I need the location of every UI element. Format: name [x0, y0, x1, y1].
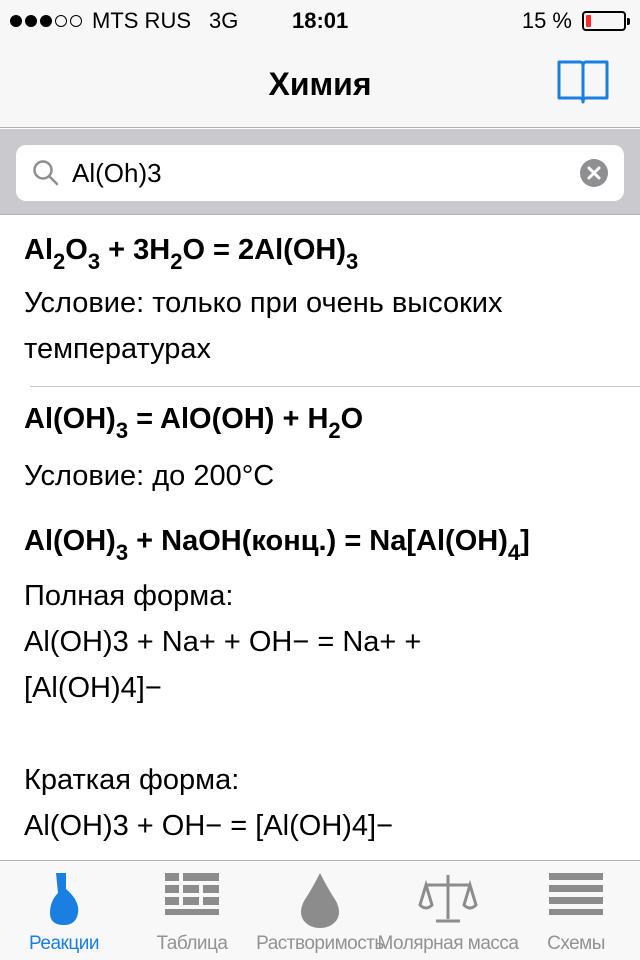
equation-subscript: 2 [328, 418, 341, 443]
equation-text: O = 2Al(OH) [182, 234, 346, 266]
equation-subscript: 3 [346, 249, 359, 274]
list-icon [549, 873, 603, 915]
equation-subscript: 3 [115, 540, 129, 565]
table-icon [165, 873, 219, 915]
search-input[interactable] [72, 145, 572, 201]
status-time: 18:01 [292, 8, 349, 33]
tab-bar: Реакции Таблица Растворимость Молярная м… [0, 860, 640, 960]
reaction-condition: Условие: только при очень высоких темпер… [24, 287, 503, 365]
equation-subscript: 3 [115, 418, 129, 443]
equation-text: ] [520, 525, 530, 557]
signal-dot [25, 15, 37, 27]
drop-flask-icon [50, 873, 79, 925]
reaction-equation: Al2O3 + 3H2O = 2Al(OH)3 [24, 230, 616, 273]
tab-reactions[interactable]: Реакции [8, 861, 120, 960]
reaction-item[interactable]: Al2O3 + 3H2O = 2Al(OH)3 Условие: только … [0, 216, 640, 386]
equation-subscript: 2 [53, 249, 66, 274]
status-bar: MTS RUS 3G 18:01 15 % [0, 0, 640, 40]
battery-icon [582, 11, 630, 31]
reaction-equation: Al(OH)3 + NaOH(конц.) = Na[Al(OH)4] [24, 521, 616, 564]
equation-text: + NaOH(конц.) = Na[Al(OH) [128, 525, 508, 557]
equation-text: = AlO(OH) + H [128, 403, 329, 435]
book-icon[interactable] [556, 58, 610, 108]
tab-label: Схемы [547, 933, 605, 954]
network-type: 3G [209, 8, 239, 33]
carrier-name: MTS RUS [92, 8, 191, 33]
status-right: 15 % [521, 8, 630, 34]
battery-percent: 15 % [521, 8, 572, 33]
equation-text: + 3H [100, 234, 171, 266]
navigation-bar: Химия [0, 40, 640, 128]
search-bar [0, 129, 640, 215]
clear-icon[interactable] [580, 159, 608, 187]
equation-text: Al [24, 234, 53, 266]
equation-text: Al(OH) [24, 403, 116, 435]
signal-dot [70, 15, 82, 27]
tab-schemes[interactable]: Схемы [520, 861, 632, 960]
search-icon [33, 160, 59, 186]
search-field-container[interactable] [16, 145, 624, 201]
reaction-item[interactable]: Al(OH)3 + NaOH(конц.) = Na[Al(OH)4] Полн… [0, 511, 640, 849]
tab-solubility[interactable]: Растворимость [256, 861, 384, 960]
reaction-equation: Al(OH)3 = AlO(OH) + H2O [24, 399, 616, 442]
scales-icon [418, 875, 478, 923]
reaction-condition: Условие: до 200°C [24, 460, 275, 492]
equation-text: Al(OH) [24, 525, 116, 557]
drop-icon [301, 873, 339, 928]
tab-table[interactable]: Таблица [136, 861, 248, 960]
tab-molar-mass[interactable]: Молярная масса [378, 861, 519, 960]
next-reaction-partial: KOH(конц.) + Al(OH)3 = K[Al(OH)4] [0, 849, 640, 860]
battery-level-fill [586, 15, 592, 27]
page-title: Химия [268, 66, 372, 102]
equation-text: O [340, 403, 364, 435]
signal-dot [55, 15, 67, 27]
status-left: MTS RUS 3G [10, 8, 238, 34]
signal-dot [10, 15, 22, 27]
equation-subscript: 3 [87, 249, 101, 274]
signal-dot [40, 15, 52, 27]
reactions-list[interactable]: Al2O3 + 3H2O = 2Al(OH)3 Условие: только … [0, 216, 640, 860]
equation-text: O [65, 234, 88, 266]
signal-strength-icon [10, 15, 82, 27]
equation-subscript: 2 [170, 249, 183, 274]
equation-subscript: 4 [507, 540, 521, 565]
reaction-condition: Полная форма: Al(OH)3 + Na+ + OH− = Na+ … [24, 580, 422, 842]
reaction-item[interactable]: Al(OH)3 = AlO(OH) + H2O Условие: до 200°… [0, 387, 640, 511]
